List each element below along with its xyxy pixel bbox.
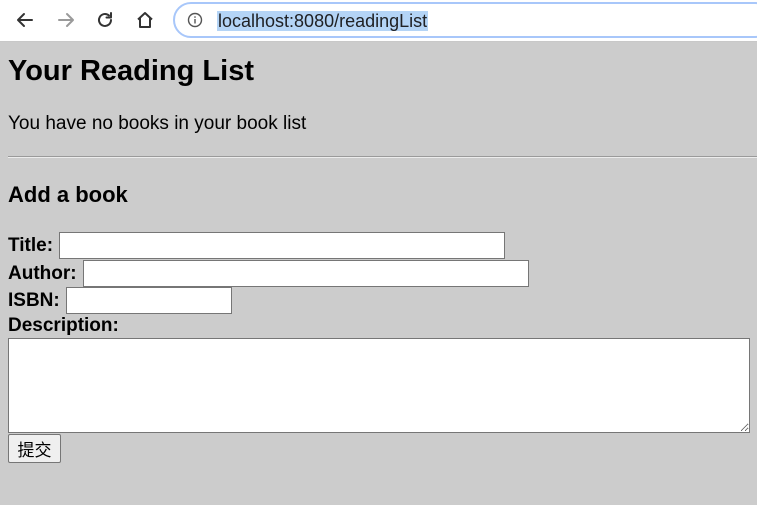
- author-label: Author:: [8, 262, 77, 284]
- author-input[interactable]: [82, 260, 529, 287]
- arrow-right-icon: [58, 13, 74, 27]
- author-row: Author:: [8, 260, 529, 287]
- description-textarea[interactable]: [8, 338, 750, 433]
- info-circle-icon[interactable]: [187, 12, 203, 28]
- arrow-left-icon: [17, 13, 33, 27]
- home-button[interactable]: [130, 5, 160, 35]
- isbn-label: ISBN:: [8, 289, 60, 311]
- reload-button[interactable]: [90, 5, 120, 35]
- url-text[interactable]: localhost:8080/readingList: [217, 11, 429, 31]
- add-book-heading: Add a book: [8, 182, 128, 207]
- page-title: Your Reading List: [8, 55, 254, 87]
- title-input[interactable]: [59, 232, 506, 259]
- isbn-input[interactable]: [65, 287, 232, 314]
- isbn-row: ISBN:: [8, 287, 232, 314]
- forward-button[interactable]: [51, 5, 81, 35]
- submit-button[interactable]: 提交: [8, 434, 61, 463]
- title-label: Title:: [8, 234, 54, 256]
- title-row: Title:: [8, 232, 506, 259]
- browser-toolbar: localhost:8080/readingList: [0, 0, 757, 42]
- empty-list-message: You have no books in your book list: [8, 113, 307, 134]
- description-label: Description:: [8, 315, 119, 336]
- address-bar[interactable]: localhost:8080/readingList: [173, 2, 757, 38]
- back-button[interactable]: [10, 5, 40, 35]
- divider: [8, 156, 757, 158]
- reload-icon: [98, 12, 112, 27]
- home-icon: [137, 12, 153, 28]
